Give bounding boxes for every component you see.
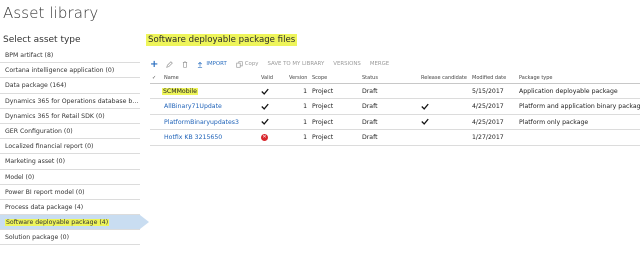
toolbar: + IMPORT Copy SAVE TO MY LIBRARY VERSION… (150, 58, 398, 70)
table-row[interactable]: Hotfix KB 3215650 ✕ 1 Project Draft 1/27… (150, 130, 640, 146)
release-candidate-value (421, 99, 429, 114)
package-type-value: Platform and application binary package (519, 103, 640, 111)
upload-icon (197, 61, 203, 68)
version-value: 1 (303, 103, 307, 111)
valid-status: ✕ (261, 130, 268, 145)
sidebar-item-retail-sdk[interactable]: Dynamics 365 for Retail SDK (0) (0, 109, 140, 124)
select-all-checkbox[interactable]: ✓ (152, 72, 156, 84)
column-header-status[interactable]: Status (362, 72, 378, 84)
sidebar-item-marketing-asset[interactable]: Marketing asset (0) (0, 154, 140, 170)
sidebar-item-power-bi-report-model[interactable]: Power BI report model (0) (0, 185, 140, 200)
column-header-scope[interactable]: Scope (312, 72, 327, 84)
column-header-version[interactable]: Version (289, 72, 307, 84)
status-value: Draft (362, 88, 378, 95)
pencil-icon (166, 60, 174, 68)
status-value: Draft (362, 134, 378, 142)
modified-date-value: 5/15/2017 (472, 88, 504, 95)
modified-date-value: 4/25/2017 (472, 118, 504, 126)
save-to-library-button[interactable]: SAVE TO MY LIBRARY (267, 61, 324, 67)
asset-type-list: BPM artifact (8) Cortana intelligence ap… (0, 48, 149, 246)
sidebar-item-software-deployable-package[interactable]: Software deployable package (4) (0, 215, 149, 231)
scope-value: Project (312, 134, 334, 142)
valid-status (261, 84, 269, 99)
modified-date-value: 1/27/2017 (472, 134, 504, 142)
valid-status (261, 115, 269, 130)
version-value: 1 (303, 88, 307, 95)
delete-button[interactable] (182, 60, 188, 68)
version-value: 1 (303, 118, 307, 126)
check-icon (261, 103, 269, 110)
sidebar-item-localized-financial-report[interactable]: Localized financial report (0) (0, 139, 140, 155)
import-label: IMPORT (206, 61, 227, 67)
package-grid: ✓ Name Valid Version Scope Status Releas… (150, 72, 640, 146)
sidebar-item-cortana[interactable]: Cortana intelligence application (0) (0, 63, 140, 79)
check-icon (421, 118, 429, 126)
column-header-release-candidate[interactable]: Release candidate (421, 72, 467, 84)
copy-label: Copy (244, 61, 259, 67)
column-header-valid[interactable]: Valid (261, 72, 273, 84)
error-icon: ✕ (261, 133, 268, 141)
column-header-package-type[interactable]: Package type (519, 72, 552, 84)
copy-button[interactable]: Copy (236, 60, 259, 68)
package-name-link[interactable]: Hotfix KB 3215650 (164, 130, 222, 145)
trash-icon (182, 60, 188, 68)
column-header-name[interactable]: Name (164, 72, 179, 84)
scope-value: Project (312, 103, 334, 111)
versions-button[interactable]: VERSIONS (333, 61, 361, 67)
section-title-text: Software deployable package files (146, 34, 298, 46)
import-button[interactable]: IMPORT (197, 61, 227, 68)
sidebar-item-solution-package[interactable]: Solution package (0) (0, 230, 140, 246)
package-name-link[interactable]: AllBinary71Update (164, 99, 222, 114)
scope-value: Project (312, 88, 334, 95)
table-row[interactable]: PlatformBinaryupdates3 1 Project Draft 4… (150, 115, 640, 131)
table-row[interactable]: SCMMobile 1 Project Draft 5/15/2017 Appl… (150, 84, 640, 100)
sidebar-item-ger-configuration[interactable]: GER Configuration (0) (0, 124, 140, 140)
sidebar-item-bpm-artifact[interactable]: BPM artifact (8) (0, 48, 140, 64)
version-value: 1 (303, 134, 307, 142)
add-button[interactable]: + (150, 59, 158, 70)
sidebar-item-process-data-package[interactable]: Process data package (4) (0, 200, 140, 216)
package-type-value: Platform only package (519, 118, 589, 126)
valid-status (261, 99, 269, 114)
scope-value: Project (312, 118, 334, 126)
check-icon (261, 118, 269, 126)
modified-date-value: 4/25/2017 (472, 103, 504, 111)
copy-icon (236, 60, 243, 68)
status-value: Draft (362, 103, 378, 111)
edit-button[interactable] (166, 60, 174, 68)
sidebar-item-label: Software deployable package (4) (5, 219, 110, 227)
column-header-modified-date[interactable]: Modified date (472, 72, 506, 84)
package-name-text: SCMMobile (162, 88, 198, 95)
sidebar-item-database-backup[interactable]: Dynamics 365 for Operations database ba.… (0, 94, 140, 109)
table-row[interactable]: AllBinary71Update 1 Project Draft 4/25/2… (150, 99, 640, 115)
package-name-link[interactable]: SCMMobile (162, 84, 198, 99)
package-name-link[interactable]: PlatformBinaryupdates3 (164, 115, 239, 130)
status-value: Draft (362, 118, 378, 126)
sidebar-item-data-package[interactable]: Data package (164) (0, 78, 140, 94)
package-type-value: Application deployable package (519, 88, 618, 95)
page-title: Asset library (3, 4, 99, 22)
release-candidate-value (421, 115, 429, 130)
check-icon (421, 103, 429, 110)
check-icon (261, 88, 269, 95)
merge-button[interactable]: MERGE (370, 61, 389, 67)
section-title: Software deployable package files (146, 34, 298, 46)
grid-header: ✓ Name Valid Version Scope Status Releas… (150, 72, 640, 84)
sidebar-title: Select asset type (3, 35, 81, 45)
sidebar-item-model[interactable]: Model (0) (0, 170, 140, 185)
